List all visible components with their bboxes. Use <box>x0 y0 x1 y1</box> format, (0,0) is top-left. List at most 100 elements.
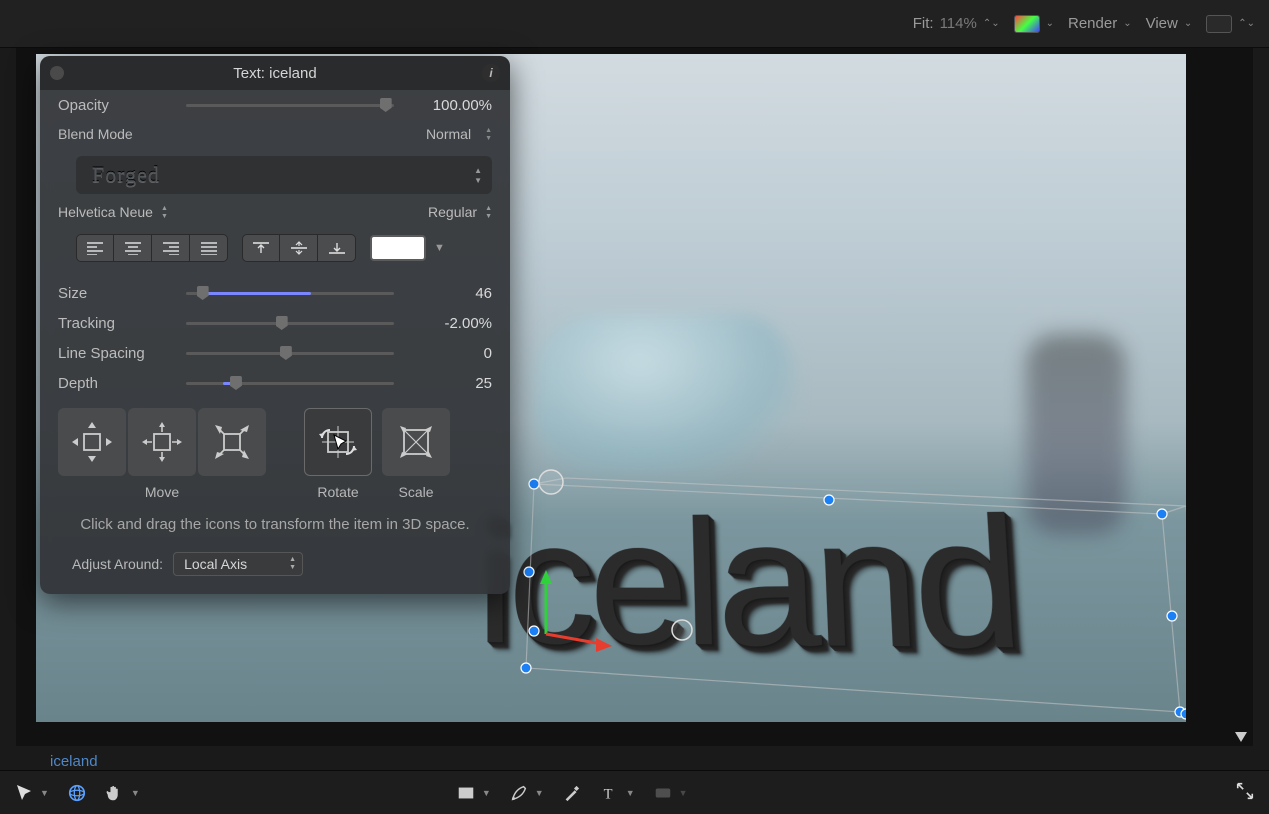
size-label: Size <box>58 285 178 302</box>
pan-tool[interactable]: ▼ <box>105 783 140 803</box>
chevron-down-icon: ▼ <box>679 788 688 798</box>
handle-br[interactable] <box>1175 707 1185 717</box>
text-tool[interactable]: T ▼ <box>600 783 635 803</box>
text-hud-panel[interactable]: Text: iceland i Opacity 100.00% Blend Mo… <box>40 56 510 594</box>
vertical-align-group <box>242 234 356 262</box>
chevron-updown-icon: ▲▼ <box>485 127 492 142</box>
chevron-down-icon: ▼ <box>482 788 491 798</box>
adjust-around-select[interactable]: Local Axis ▲▼ <box>173 552 303 576</box>
bottom-toolbar: ▼ ▼ ▼ ▼ T ▼ ▼ <box>0 770 1269 814</box>
chevron-updown-icon: ▲▼ <box>161 205 168 220</box>
depth-row: Depth 25 <box>40 368 510 398</box>
chevron-down-icon: ▼ <box>535 788 544 798</box>
align-left-button[interactable] <box>76 234 114 262</box>
handle-depth-r[interactable] <box>1181 709 1186 719</box>
tracking-label: Tracking <box>58 315 178 332</box>
transform-tool-row: Move Rotate Scale <box>40 398 510 500</box>
viewer-top-bar: Fit: 114% ⌃⌄ ⌄ Render ⌄ View ⌄ ⌃⌄ <box>0 0 1269 48</box>
chevron-down-icon: ▼ <box>131 788 140 798</box>
chevron-down-icon: ⌄ <box>1184 18 1192 29</box>
scale-label: Scale <box>398 484 433 500</box>
chevron-updown-icon: ▲▼ <box>474 166 482 185</box>
valign-middle-button[interactable] <box>280 234 318 262</box>
linespacing-value[interactable]: 0 <box>402 345 492 362</box>
layout-icon <box>1206 15 1232 33</box>
chevron-down-icon: ⌄ <box>1123 18 1131 29</box>
size-slider[interactable] <box>186 284 394 302</box>
blend-value[interactable]: Normal <box>426 126 471 142</box>
info-icon[interactable]: i <box>482 64 500 82</box>
cursor-icon <box>332 433 352 453</box>
size-row: Size 46 <box>40 278 510 308</box>
preset-name: Forged <box>92 162 160 188</box>
blend-label: Blend Mode <box>58 126 133 142</box>
align-justify-button[interactable] <box>190 234 228 262</box>
3d-transform-tool[interactable] <box>67 783 87 803</box>
move-xyz-tool[interactable] <box>128 408 196 476</box>
pen-tool[interactable]: ▼ <box>509 783 544 803</box>
chevron-updown-icon: ▲▼ <box>289 556 296 571</box>
align-center-button[interactable] <box>114 234 152 262</box>
text-preset-select[interactable]: Forged ▲▼ <box>76 156 492 194</box>
font-row: Helvetica Neue ▲▼ Regular ▲▼ <box>40 198 510 226</box>
scale-tool[interactable] <box>382 408 450 476</box>
tracking-value[interactable]: -2.00% <box>402 315 492 332</box>
playhead-marker[interactable] <box>1235 732 1247 742</box>
chevron-down-icon: ▼ <box>40 788 49 798</box>
chevron-updown-icon: ⌃⌄ <box>1238 18 1255 29</box>
hud-title-text: Text: iceland <box>233 65 316 82</box>
select-tool[interactable]: ▼ <box>14 783 49 803</box>
chevron-down-icon: ⌄ <box>1046 18 1054 29</box>
fullscreen-button[interactable] <box>1235 781 1255 804</box>
color-channel-menu[interactable]: ⌄ <box>1014 15 1054 33</box>
color-disclosure-button[interactable]: ▼ <box>430 242 445 254</box>
valign-bottom-button[interactable] <box>318 234 356 262</box>
blend-row: Blend Mode Normal ▲▼ <box>40 120 510 148</box>
render-menu[interactable]: Render ⌄ <box>1068 15 1132 32</box>
linespacing-slider[interactable] <box>186 344 394 362</box>
depth-slider[interactable] <box>186 374 394 392</box>
linespacing-label: Line Spacing <box>58 345 178 362</box>
chevron-updown-icon: ▲▼ <box>485 205 492 220</box>
svg-text:T: T <box>603 786 612 802</box>
handle-tr[interactable] <box>1157 509 1167 519</box>
align-right-button[interactable] <box>152 234 190 262</box>
text-color-well[interactable] <box>370 235 426 261</box>
view-label: View <box>1146 15 1178 32</box>
rgb-icon <box>1014 15 1040 33</box>
background-iceberg <box>536 314 796 474</box>
move-z-tool[interactable] <box>198 408 266 476</box>
mask-tool[interactable]: ▼ <box>653 783 688 803</box>
text-3d-object[interactable]: iceland <box>476 476 1022 692</box>
valign-top-button[interactable] <box>242 234 280 262</box>
rotate-tool[interactable] <box>304 408 372 476</box>
move-xy-tool[interactable] <box>58 408 126 476</box>
opacity-slider[interactable] <box>186 96 394 114</box>
adjust-around-row: Adjust Around: Local Axis ▲▼ <box>40 538 510 576</box>
depth-value[interactable]: 25 <box>402 375 492 392</box>
adjust-around-value: Local Axis <box>184 556 247 572</box>
chevron-down-icon: ▼ <box>626 788 635 798</box>
depth-label: Depth <box>58 375 178 392</box>
rectangle-tool[interactable]: ▼ <box>456 783 491 803</box>
font-family-select[interactable]: Helvetica Neue <box>58 204 153 220</box>
transform-hint: Click and drag the icons to transform th… <box>40 500 510 538</box>
layout-menu[interactable]: ⌃⌄ <box>1206 15 1255 33</box>
mini-timeline-layer-name[interactable]: iceland <box>50 753 98 770</box>
fit-value: 114% <box>940 15 977 32</box>
tracking-row: Tracking -2.00% <box>40 308 510 338</box>
render-label: Render <box>1068 15 1117 32</box>
opacity-value[interactable]: 100.00% <box>402 97 492 114</box>
tracking-slider[interactable] <box>186 314 394 332</box>
handle-mr[interactable] <box>1167 611 1177 621</box>
alignment-row: ▼ <box>40 226 510 266</box>
view-menu[interactable]: View ⌄ <box>1146 15 1193 32</box>
font-style-select[interactable]: Regular <box>428 204 477 220</box>
fit-control[interactable]: Fit: 114% ⌃⌄ <box>913 15 1000 32</box>
linespacing-row: Line Spacing 0 <box>40 338 510 368</box>
chevron-updown-icon: ⌃⌄ <box>983 18 1000 29</box>
size-value[interactable]: 46 <box>402 285 492 302</box>
close-dot[interactable] <box>50 66 64 80</box>
paint-tool[interactable] <box>562 783 582 803</box>
hud-titlebar[interactable]: Text: iceland i <box>40 56 510 90</box>
